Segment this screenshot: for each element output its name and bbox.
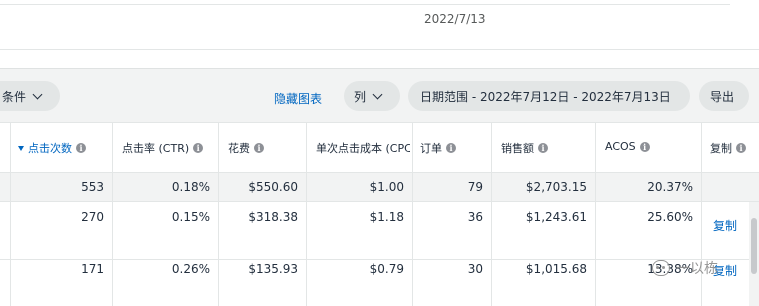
column-divider — [218, 122, 219, 306]
total-clicks: 553 — [81, 180, 104, 194]
watermark-text: 一以栋 — [676, 261, 718, 277]
column-divider — [306, 122, 307, 306]
total-acos: 20.37% — [647, 180, 693, 194]
header-copy[interactable]: 复制 i — [710, 140, 758, 156]
info-icon: i — [193, 143, 204, 153]
header-acos-label: ACOS — [605, 140, 636, 153]
copy-link[interactable]: 复制 — [713, 262, 747, 279]
row-sales: $1,243.61 — [525, 210, 587, 224]
total-orders: 79 — [467, 180, 483, 194]
header-acos[interactable]: ACOS i — [605, 140, 699, 153]
header-cpc[interactable]: 单次点击成本 (CPC) — [316, 140, 410, 156]
row-ctr: 0.15% — [171, 210, 210, 224]
row-spend: $318.38 — [248, 210, 298, 224]
export-label: 导出 — [710, 89, 735, 104]
info-icon: i — [446, 143, 456, 153]
info-icon: i — [538, 143, 548, 153]
info-icon: i — [736, 143, 746, 153]
header-ctr[interactable]: 点击率 (CTR) i — [122, 140, 216, 156]
row-clicks: 270 — [81, 210, 104, 224]
total-sales: $2,703.15 — [525, 180, 587, 194]
row-spend: $135.93 — [248, 262, 298, 276]
total-cpc: $1.00 — [369, 180, 404, 194]
chart-date-label: 2022/7/13 — [424, 12, 486, 26]
copy-link[interactable]: 复制 — [713, 217, 747, 234]
wechat-icon — [652, 260, 670, 276]
chevron-down-icon — [32, 89, 43, 99]
row-ctr: 0.26% — [171, 262, 210, 276]
chevron-down-icon — [372, 89, 383, 99]
header-orders[interactable]: 订单 i — [420, 140, 490, 156]
hide-chart-link[interactable]: 隐藏图表 — [274, 90, 322, 107]
column-divider — [595, 122, 596, 306]
sort-desc-icon — [18, 145, 24, 151]
header-copy-label: 复制 — [710, 142, 732, 155]
total-spend: $550.60 — [248, 180, 298, 194]
info-icon: i — [639, 141, 650, 152]
column-divider — [10, 122, 11, 306]
header-clicks-label: 点击次数 — [28, 142, 72, 155]
scrollbar-thumb[interactable] — [751, 218, 757, 274]
header-sales[interactable]: 销售额 i — [501, 140, 593, 156]
campaign-table: 点击次数 i 点击率 (CTR) i 花费 i 单次点击成本 (CPC) 订单 … — [0, 122, 759, 306]
filter-dropdown-label: 条件 — [2, 89, 27, 104]
report-header-area: 2022/7/13 — [0, 0, 759, 68]
column-divider — [491, 122, 492, 306]
total-ctr: 0.18% — [171, 180, 210, 194]
date-range-button[interactable]: 日期范围 - 2022年7月12日 - 2022年7月13日 — [408, 81, 690, 111]
row-acos: 25.60% — [647, 210, 693, 224]
column-divider — [701, 122, 702, 306]
header-orders-label: 订单 — [420, 142, 442, 155]
row-cpc: $0.79 — [369, 262, 404, 276]
export-button[interactable]: 导出 — [699, 81, 749, 111]
header-ctr-label: 点击率 (CTR) — [122, 142, 190, 155]
row-orders: 30 — [467, 262, 483, 276]
date-range-label: 日期范围 - 2022年7月12日 - 2022年7月13日 — [420, 89, 671, 104]
header-spend[interactable]: 花费 i — [228, 140, 304, 156]
wechat-watermark: 一以栋 — [652, 258, 718, 278]
row-clicks: 171 — [81, 262, 104, 276]
table-toolbar: 条件 隐藏图表 列 日期范围 - 2022年7月12日 - 2022年7月13日… — [0, 68, 759, 123]
header-spend-label: 花费 — [228, 142, 250, 155]
columns-dropdown[interactable]: 列 — [344, 81, 400, 111]
column-divider — [412, 122, 413, 306]
row-cpc: $1.18 — [369, 210, 404, 224]
row-orders: 36 — [467, 210, 483, 224]
row-sales: $1,015.68 — [525, 262, 587, 276]
filter-dropdown[interactable]: 条件 — [0, 81, 60, 111]
column-divider — [112, 122, 113, 306]
info-icon: i — [254, 143, 264, 153]
columns-dropdown-label: 列 — [354, 89, 367, 104]
header-sales-label: 销售额 — [501, 142, 534, 155]
info-icon: i — [76, 143, 86, 153]
divider — [0, 4, 730, 5]
divider — [0, 49, 759, 50]
header-cpc-label: 单次点击成本 (CPC) — [316, 142, 410, 155]
header-clicks[interactable]: 点击次数 i — [18, 140, 110, 156]
